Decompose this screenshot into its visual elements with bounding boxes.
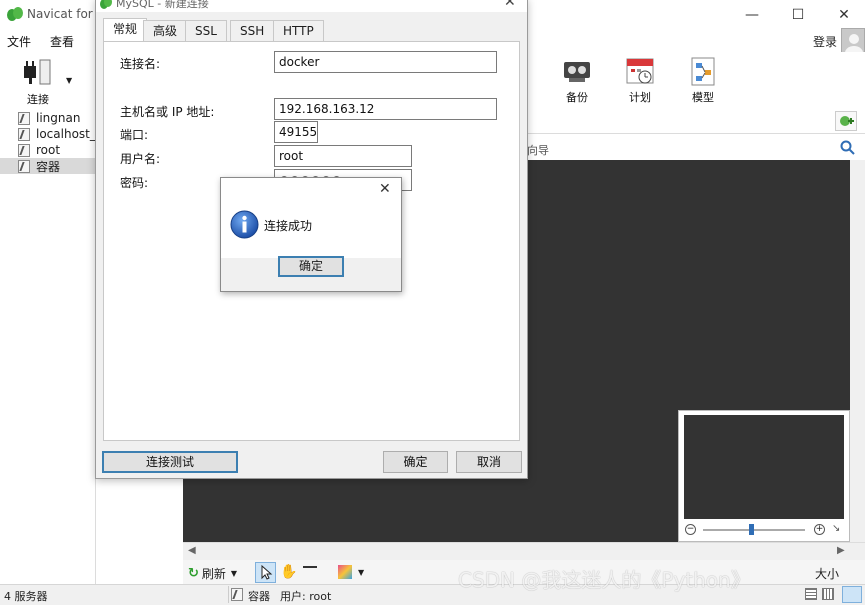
navicat-logo-icon	[7, 7, 23, 21]
tree-item-label: lingnan	[36, 111, 81, 125]
new-object-button[interactable]	[835, 111, 857, 131]
mysql-connection-icon	[18, 143, 30, 157]
refresh-button[interactable]: ↻ 刷新 ▼	[188, 565, 237, 582]
refresh-label: 刷新	[201, 567, 226, 581]
port-field[interactable]: 49155	[274, 121, 318, 143]
model-button[interactable]: 模型	[675, 56, 731, 106]
connect-button[interactable]: 连接	[10, 56, 66, 106]
pointer-icon	[261, 564, 273, 580]
tree-item-label: localhost_3	[36, 127, 96, 141]
select-tool-button[interactable]	[255, 562, 276, 583]
close-icon[interactable]: ✕	[504, 0, 516, 10]
user-avatar-icon	[845, 34, 863, 53]
refresh-icon: ↻	[188, 566, 199, 581]
calendar-clock-icon	[626, 58, 654, 84]
tree-item-localhost[interactable]: localhost_3	[0, 126, 96, 142]
mysql-connection-icon	[18, 111, 30, 125]
menu-file[interactable]: 文件	[7, 33, 31, 50]
maximize-icon[interactable]: ☐	[775, 0, 821, 30]
login-link[interactable]: 登录	[813, 33, 837, 50]
tab-ssl[interactable]: SSL	[185, 20, 227, 41]
minimap-viewport[interactable]	[684, 415, 844, 519]
zoom-in-icon[interactable]: +	[814, 524, 825, 535]
cancel-button[interactable]: 取消	[456, 451, 522, 473]
watermark: CSDN @我这迷人的《Python》	[458, 568, 751, 592]
backup-tape-icon	[564, 62, 590, 82]
connection-tree	[0, 108, 96, 584]
tree-item-container[interactable]: 容器	[0, 158, 96, 174]
test-connection-button[interactable]: 连接测试	[102, 451, 238, 473]
zoom-out-icon[interactable]: −	[685, 524, 696, 535]
color-palette-icon[interactable]	[338, 565, 352, 579]
object-header	[526, 136, 865, 160]
connect-dropdown-icon[interactable]: ▼	[66, 76, 72, 85]
detail-view-icon[interactable]	[822, 588, 834, 600]
close-icon[interactable]: ✕	[379, 181, 391, 197]
tree-item-label: root	[36, 143, 61, 157]
menu-view[interactable]: 查看	[50, 33, 74, 50]
server-count: 4 服务器	[4, 590, 48, 603]
horizontal-scrollbar[interactable]: ◀ ▶	[183, 542, 865, 560]
tree-item-label: 容器	[36, 159, 61, 174]
mysql-connection-icon	[18, 127, 30, 141]
hand-icon[interactable]: ✋	[280, 564, 297, 580]
avatar[interactable]	[841, 28, 865, 54]
backup-button[interactable]: 备份	[549, 56, 605, 106]
scroll-right-icon[interactable]: ▶	[837, 545, 845, 556]
status-user: 用户: root	[280, 590, 332, 603]
minimap-panel[interactable]: − + ↘	[678, 410, 850, 542]
message-ok-button[interactable]: 确定	[278, 256, 344, 277]
vertical-scrollbar[interactable]	[850, 160, 865, 542]
tab-advanced[interactable]: 高级	[143, 20, 188, 41]
status-container: 容器	[248, 590, 270, 603]
info-icon	[230, 210, 259, 239]
tab-ssh[interactable]: SSH	[230, 20, 275, 41]
model-label: 模型	[692, 91, 714, 104]
search-icon[interactable]	[840, 140, 856, 159]
plug-icon	[24, 59, 51, 85]
dialog-title: MySQL - 新建连接	[116, 0, 209, 10]
mysql-connection-icon	[18, 159, 30, 173]
schedule-button[interactable]: 计划	[612, 56, 668, 106]
connect-label: 连接	[27, 93, 49, 106]
port-label: 端口:	[120, 128, 149, 142]
password-label: 密码:	[120, 176, 149, 190]
connection-name-label: 连接名:	[120, 57, 161, 71]
tab-general[interactable]: 常规	[103, 18, 148, 42]
success-message-box: ✕ 连接成功 确定	[220, 177, 402, 292]
username-field[interactable]: root	[274, 145, 412, 167]
note-tool-icon[interactable]	[303, 566, 317, 577]
minimize-icon[interactable]: —	[729, 0, 775, 30]
tree-item-root[interactable]: root	[0, 142, 96, 158]
wizard-link[interactable]: 向导	[527, 142, 549, 158]
list-view-icon[interactable]	[805, 588, 817, 600]
chevron-down-icon[interactable]: ▼	[358, 568, 364, 577]
model-diagram-icon	[691, 57, 715, 86]
mysql-connection-icon	[231, 588, 243, 601]
tab-http[interactable]: HTTP	[273, 20, 324, 41]
connection-name-field[interactable]: docker	[274, 51, 497, 73]
object-toolbar	[526, 108, 865, 134]
resize-corner-icon[interactable]: ↘	[832, 523, 840, 534]
username-label: 用户名:	[120, 152, 161, 166]
zoom-slider-track[interactable]	[703, 529, 805, 531]
ok-button[interactable]: 确定	[383, 451, 448, 473]
message-titlebar	[221, 178, 401, 202]
grid-view-icon[interactable]	[842, 586, 862, 603]
status-divider	[228, 586, 229, 603]
add-object-icon	[840, 116, 854, 126]
host-field[interactable]: 192.168.163.12	[274, 98, 497, 120]
scroll-left-icon[interactable]: ◀	[188, 545, 196, 556]
navicat-logo-icon	[100, 0, 112, 9]
close-icon[interactable]: ✕	[821, 0, 865, 30]
tree-item-lingnan[interactable]: lingnan	[0, 110, 96, 126]
host-label: 主机名或 IP 地址:	[120, 105, 215, 119]
size-dropdown[interactable]: 大小	[815, 565, 839, 582]
chevron-down-icon: ▼	[230, 569, 238, 578]
backup-label: 备份	[566, 91, 588, 104]
zoom-slider-thumb[interactable]	[749, 524, 754, 535]
message-text: 连接成功	[264, 219, 313, 233]
schedule-label: 计划	[629, 91, 651, 104]
